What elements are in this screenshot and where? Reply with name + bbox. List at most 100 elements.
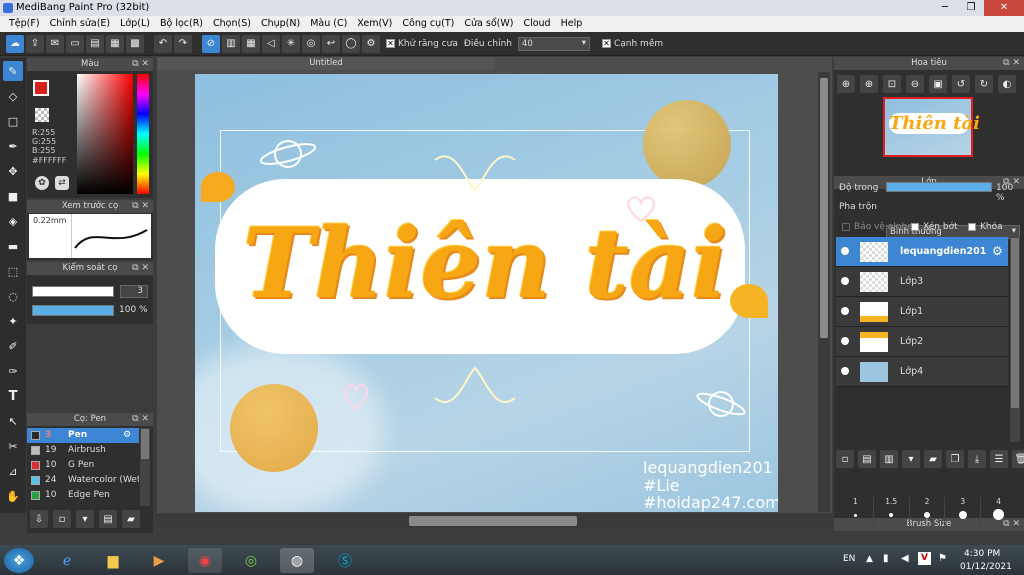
layer-opacity-slider[interactable]: [886, 182, 992, 192]
layer-list-icon[interactable]: ☰: [990, 450, 1008, 468]
brush-size-preset[interactable]: 3: [945, 497, 982, 527]
layer-list-scrollbar[interactable]: [1010, 237, 1020, 442]
media-player-icon[interactable]: ▶: [142, 548, 176, 573]
palette-icon[interactable]: ✿: [35, 176, 49, 190]
transparent-swatch[interactable]: [35, 108, 49, 122]
network-icon[interactable]: ▮: [883, 553, 889, 564]
export-icon[interactable]: ⇪: [26, 34, 44, 53]
brush-item-watercolor[interactable]: 24 Watercolor (Wet: [27, 473, 139, 488]
brush-size-preset[interactable]: 1: [838, 497, 874, 527]
circle-snap-icon[interactable]: ◎: [302, 34, 320, 53]
layer-folder-icon[interactable]: ▰: [924, 450, 942, 468]
add-layer-dropdown-icon[interactable]: ▾: [902, 450, 920, 468]
primary-color-swatch[interactable]: [33, 80, 49, 96]
menu-file[interactable]: Tệp(F): [4, 16, 45, 32]
add-brush-icon[interactable]: ▾: [76, 510, 94, 528]
new-brush-icon[interactable]: ▫: [53, 510, 71, 528]
move-tool-icon[interactable]: ✥: [3, 161, 23, 181]
rectangle-tool-icon[interactable]: □: [3, 111, 23, 131]
clock-time[interactable]: 4:30 PM: [964, 549, 1000, 559]
radial-snap-icon[interactable]: ✳: [282, 34, 300, 53]
show-hidden-icons[interactable]: ▲: [866, 554, 873, 564]
cloud-icon[interactable]: ☁: [6, 34, 24, 53]
hand-tool-icon[interactable]: ✋: [3, 486, 23, 506]
minimize-button[interactable]: ─: [932, 0, 958, 16]
clock-date[interactable]: 01/12/2021: [960, 562, 1012, 572]
skype-icon[interactable]: Ⓢ: [328, 548, 362, 573]
menu-color[interactable]: Màu (C): [305, 16, 352, 32]
brush-edit-icon[interactable]: ▤: [99, 510, 117, 528]
flip-icon[interactable]: ◐: [998, 75, 1016, 93]
brush-size-value[interactable]: 3: [120, 285, 148, 298]
brush-list-scrollbar[interactable]: [140, 428, 150, 506]
settings-icon[interactable]: ⚙: [362, 34, 380, 53]
layer-item-lop3[interactable]: Lớp3: [836, 267, 1008, 297]
eyedropper-tool-icon[interactable]: ⊿: [3, 461, 23, 481]
maximize-button[interactable]: ❐: [958, 0, 984, 16]
page-icon[interactable]: ▭: [66, 34, 84, 53]
soft-edge-checkbox[interactable]: ✕: [601, 39, 611, 48]
brush-item-pen[interactable]: 3 Pen ⚙: [27, 428, 139, 443]
file-explorer-icon[interactable]: ▆: [96, 548, 130, 573]
color-swap-icon[interactable]: ⇄: [55, 176, 69, 190]
brush-size-preset[interactable]: 4: [981, 497, 1016, 527]
layer-visibility-icon[interactable]: [841, 367, 849, 375]
start-button[interactable]: ❖: [4, 548, 34, 573]
layer-visibility-icon[interactable]: [841, 337, 849, 345]
menu-edit[interactable]: Chỉnh sửa(E): [45, 16, 116, 32]
menu-view[interactable]: Xem(V): [352, 16, 397, 32]
curve-snap-icon[interactable]: ↩: [322, 34, 340, 53]
brush-tool-icon[interactable]: ✎: [3, 61, 23, 81]
panel-close-icon[interactable]: ⧉ ✕: [132, 58, 149, 71]
brush-opacity-slider[interactable]: [32, 305, 114, 316]
gradient-tool-icon[interactable]: ▬: [3, 236, 23, 256]
canvas-vertical-scrollbar[interactable]: [818, 72, 830, 512]
brush-settings-icon[interactable]: ⚙: [123, 428, 131, 443]
document-icon[interactable]: ▤: [86, 34, 104, 53]
new-layer-icon[interactable]: ▫: [836, 450, 854, 468]
brush-item-airbrush[interactable]: 19 Airbrush: [27, 443, 139, 458]
unikey-icon[interactable]: V: [918, 552, 931, 565]
lock-checkbox[interactable]: [968, 223, 976, 231]
comment-icon[interactable]: ✉: [46, 34, 64, 53]
brush-size-preset[interactable]: 1.5: [874, 497, 910, 527]
layer-item-lop1[interactable]: Lớp1: [836, 297, 1008, 327]
brush-item-edge-pen[interactable]: 10 Edge Pen: [27, 488, 139, 503]
magic-wand-tool-icon[interactable]: ✦: [3, 311, 23, 331]
select-pen-tool-icon[interactable]: ✐: [3, 336, 23, 356]
select-eraser-tool-icon[interactable]: ✑: [3, 361, 23, 381]
parallel-snap-icon[interactable]: ▥: [222, 34, 240, 53]
brush-folder-icon[interactable]: ▰: [122, 510, 140, 528]
fill-rect-tool-icon[interactable]: ■: [3, 186, 23, 206]
operation-tool-icon[interactable]: ↖: [3, 411, 23, 431]
panel-close-icon[interactable]: ⧉ ✕: [132, 262, 149, 275]
bucket-tool-icon[interactable]: ◈: [3, 211, 23, 231]
canvas-horizontal-scrollbar[interactable]: [157, 514, 832, 528]
ie-icon[interactable]: ℯ: [50, 548, 84, 573]
artwork-canvas[interactable]: Thiên tài lequangdien201 #Lie #hoidap247…: [195, 74, 778, 512]
undo-icon[interactable]: ↶: [154, 34, 172, 53]
zoom-in-alt-icon[interactable]: ⊕: [860, 75, 878, 93]
cloud-brush-icon[interactable]: ⇩: [30, 510, 48, 528]
medibang-icon[interactable]: ◍: [280, 548, 314, 573]
navigator-thumbnail[interactable]: Thiên tài: [883, 97, 980, 157]
duplicate-layer-icon[interactable]: ❐: [946, 450, 964, 468]
layer-visibility-icon[interactable]: [841, 247, 849, 255]
redo-icon[interactable]: ↷: [174, 34, 192, 53]
lasso-tool-icon[interactable]: ◌: [3, 286, 23, 306]
grid-icon[interactable]: ▩: [126, 34, 144, 53]
layer-item-lop4[interactable]: Lớp4: [836, 357, 1008, 387]
clipping-checkbox[interactable]: [911, 223, 919, 231]
flag-icon[interactable]: ⚑: [938, 553, 947, 564]
brush-size-preset[interactable]: 2: [910, 497, 946, 527]
layer-item-lop2[interactable]: Lớp2: [836, 327, 1008, 357]
chrome-icon[interactable]: ◉: [188, 548, 222, 573]
rotate-left-icon[interactable]: ↺: [952, 75, 970, 93]
no-snap-icon[interactable]: ⊘: [202, 34, 220, 53]
saturation-value-picker[interactable]: [77, 74, 133, 194]
layer-visibility-icon[interactable]: [841, 277, 849, 285]
actual-size-icon[interactable]: ▣: [929, 75, 947, 93]
coccoc-icon[interactable]: ◎: [234, 548, 268, 573]
eraser-tool-icon[interactable]: ◇: [3, 86, 23, 106]
rotate-right-icon[interactable]: ↻: [975, 75, 993, 93]
